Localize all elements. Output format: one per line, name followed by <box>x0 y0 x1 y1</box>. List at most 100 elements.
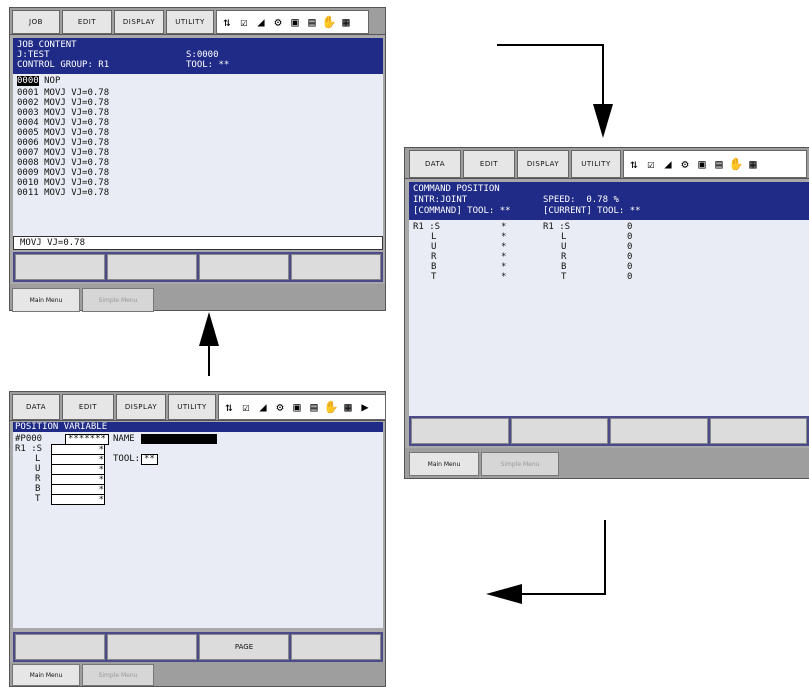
status-icons: ⇅ ☑ ◢ ⚙ ▣ ▤ ✋ ▦ <box>216 10 369 34</box>
menu-edit[interactable]: EDIT <box>62 394 114 420</box>
graph-icon: ◢ <box>257 15 265 29</box>
cur-label: T <box>561 272 567 282</box>
teach-icon: ▣ <box>293 400 301 414</box>
tool-label: TOOL: ** <box>186 60 230 70</box>
tool-label: TOOL: <box>113 454 141 464</box>
cmd-value: * <box>501 272 507 282</box>
function-key-4[interactable] <box>291 254 381 280</box>
job-line[interactable]: 0007 MOVJ VJ=0.78 <box>17 148 109 158</box>
position-variable-content: #P000 ******* NAME R1 :S * L * U * R * B… <box>13 432 383 628</box>
variable-number: #P000 <box>15 434 43 444</box>
menu-data[interactable]: DATA <box>409 150 461 178</box>
function-key-2[interactable] <box>107 634 197 660</box>
function-key-2[interactable] <box>107 254 197 280</box>
job-line[interactable]: 0010 MOVJ VJ=0.78 <box>17 178 109 188</box>
function-key-1[interactable] <box>15 254 105 280</box>
cur-label: B <box>561 262 567 272</box>
function-key-1[interactable] <box>15 634 105 660</box>
job-line[interactable]: 0005 MOVJ VJ=0.78 <box>17 128 109 138</box>
teach-icon: ▣ <box>291 15 299 29</box>
function-key-4[interactable] <box>709 418 807 444</box>
cur-label: L <box>561 232 567 242</box>
job-line[interactable]: 0000 NOP <box>17 76 60 86</box>
axis-row: U <box>431 242 437 252</box>
axis-row: B <box>431 262 437 272</box>
menu-bar: DATA EDIT DISPLAY UTILITY ⇅ ☑ ◢ ⚙ ▣ ▤ ✋ … <box>10 392 386 421</box>
name-field[interactable] <box>141 434 217 444</box>
axis-label: T <box>35 494 41 504</box>
job-line[interactable]: 0004 MOVJ VJ=0.78 <box>17 118 109 128</box>
job-lines: 0000 NOP 0001 MOVJ VJ=0.78 0002 MOVJ VJ=… <box>13 74 383 236</box>
function-key-1[interactable] <box>411 418 509 444</box>
cmd-value: * <box>501 252 507 262</box>
position-table: R1 :S * R1 :S 0 L * L 0 U * U 0 R * R 0 … <box>409 220 809 416</box>
gear-link-icon: ⚙ <box>274 15 282 29</box>
main-menu-button[interactable]: Main Menu <box>409 452 479 476</box>
page-key[interactable]: PAGE <box>199 634 289 660</box>
bottom-bar: Main Menu Simple Menu <box>405 448 809 478</box>
axis-field[interactable]: * <box>51 494 105 505</box>
menu-bar: JOB EDIT DISPLAY UTILITY ⇅ ☑ ◢ ⚙ ▣ ▤ ✋ ▦ <box>10 8 385 35</box>
menu-display[interactable]: DISPLAY <box>517 150 569 178</box>
menu-utility[interactable]: UTILITY <box>166 10 214 34</box>
arrows-updown-icon: ⇅ <box>223 15 231 29</box>
function-key-3[interactable] <box>610 418 708 444</box>
function-key-3[interactable] <box>199 254 289 280</box>
arrow-to-command-position <box>497 44 613 138</box>
hand-icon: ✋ <box>323 400 339 414</box>
job-line[interactable]: 0009 MOVJ VJ=0.78 <box>17 168 109 178</box>
cur-label: R <box>561 252 567 262</box>
arrows-updown-icon: ⇅ <box>225 400 233 414</box>
input-line[interactable]: MOVJ VJ=0.78 <box>13 236 383 250</box>
menu-display[interactable]: DISPLAY <box>114 10 164 34</box>
function-keys <box>409 416 809 446</box>
edit-box-icon: ☑ <box>242 400 250 414</box>
command-header: COMMAND POSITION INTR:JOINT SPEED: 0.78 … <box>409 182 809 220</box>
status-icons: ⇅ ☑ ◢ ⚙ ▣ ▤ ✋ ▦ ▶ <box>218 394 386 420</box>
simple-menu-button[interactable]: Simple Menu <box>82 664 154 686</box>
hand-icon: ✋ <box>321 15 337 29</box>
cmd-value: * <box>501 242 507 252</box>
menu-display[interactable]: DISPLAY <box>116 394 166 420</box>
job-line[interactable]: 0006 MOVJ VJ=0.78 <box>17 138 109 148</box>
axis-row: L <box>431 232 437 242</box>
axis-label: L <box>35 454 41 464</box>
axis-label: U <box>35 464 41 474</box>
function-key-2[interactable] <box>510 418 608 444</box>
graph-icon: ◢ <box>664 157 672 171</box>
cur-label: R1 :S <box>543 222 571 232</box>
job-name: J:TEST <box>17 50 50 60</box>
gear-link-icon: ⚙ <box>681 157 689 171</box>
function-key-4[interactable] <box>291 634 381 660</box>
job-line[interactable]: 0001 MOVJ VJ=0.78 <box>17 88 109 98</box>
monitor-icon: ▤ <box>310 400 318 414</box>
tool-field[interactable]: ** <box>141 454 158 465</box>
graph-icon: ◢ <box>259 400 267 414</box>
gear-link-icon: ⚙ <box>276 400 284 414</box>
job-line[interactable]: 0003 MOVJ VJ=0.78 <box>17 108 109 118</box>
job-line[interactable]: 0008 MOVJ VJ=0.78 <box>17 158 109 168</box>
header-title: COMMAND POSITION <box>413 184 500 194</box>
menu-data[interactable]: DATA <box>12 394 60 420</box>
name-label: NAME <box>113 434 135 444</box>
simple-menu-button[interactable]: Simple Menu <box>481 452 559 476</box>
arrows-updown-icon: ⇅ <box>630 157 638 171</box>
bottom-bar: Main Menu Simple Menu <box>10 662 385 686</box>
monitor-icon: ▤ <box>715 157 723 171</box>
menu-edit[interactable]: EDIT <box>463 150 515 178</box>
main-menu-button[interactable]: Main Menu <box>12 288 80 312</box>
header-title: POSITION VARIABLE <box>15 422 108 432</box>
job-line[interactable]: 0011 MOVJ VJ=0.78 <box>17 188 109 198</box>
simple-menu-button[interactable]: Simple Menu <box>82 288 154 312</box>
edit-box-icon: ☑ <box>240 15 248 29</box>
job-line[interactable]: 0002 MOVJ VJ=0.78 <box>17 98 109 108</box>
job-header: JOB CONTENT J:TEST S:0000 CONTROL GROUP:… <box>13 38 383 74</box>
menu-utility[interactable]: UTILITY <box>168 394 216 420</box>
menu-utility[interactable]: UTILITY <box>571 150 621 178</box>
menu-edit[interactable]: EDIT <box>62 10 112 34</box>
axis-row: R <box>431 252 437 262</box>
grid-icon: ▦ <box>344 400 352 414</box>
main-menu-button[interactable]: Main Menu <box>12 664 80 686</box>
menu-job[interactable]: JOB <box>12 10 60 34</box>
cur-value: 0 <box>627 252 633 262</box>
